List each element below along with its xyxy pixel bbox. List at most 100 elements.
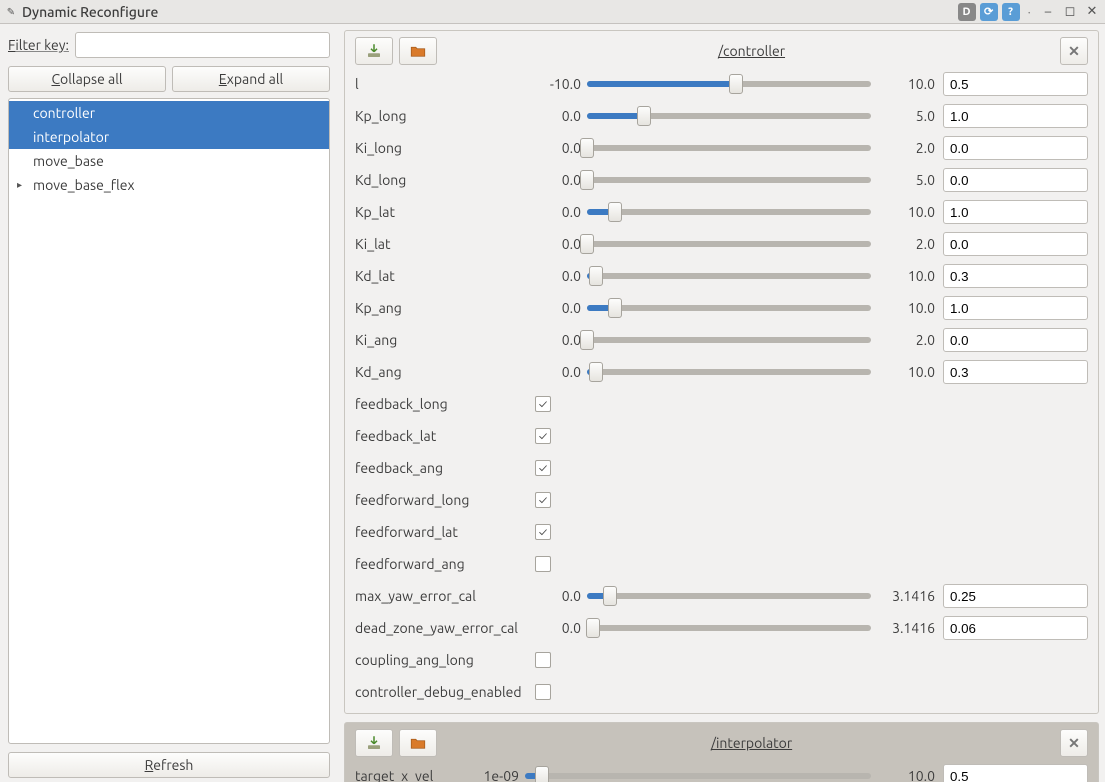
collapse-all-button[interactable]: Collapse all [8, 66, 166, 92]
slider-thumb[interactable] [535, 766, 549, 782]
param-slider[interactable] [525, 773, 871, 779]
main-panel-area: /controller✕l-10.010.0Kp_long0.05.0Ki_lo… [338, 24, 1105, 782]
param-slider[interactable] [587, 209, 871, 215]
tree-item-controller[interactable]: controller [9, 101, 329, 125]
param-slider[interactable] [587, 241, 871, 247]
close-panel-button[interactable]: ✕ [1060, 729, 1088, 757]
param-name: coupling_ang_long [355, 652, 535, 668]
maximize-button[interactable]: ◻ [1061, 3, 1079, 21]
param-checkbox[interactable] [535, 556, 551, 572]
param-max: 10.0 [879, 300, 935, 316]
slider-thumb[interactable] [608, 298, 622, 318]
param-checkbox[interactable]: ✓ [535, 492, 551, 508]
param-row: Ki_ang0.02.0 [355, 327, 1088, 353]
param-row: Kd_lat0.0 10.0 [355, 263, 1088, 289]
save-config-button[interactable] [355, 729, 393, 757]
config-panel: /interpolator✕target_x_vel1e-0910.0targe… [344, 722, 1099, 782]
slider-thumb[interactable] [580, 234, 594, 254]
param-min: -10.0 [535, 76, 581, 92]
param-row: feedback_ang✓ [355, 455, 1088, 481]
param-value-input[interactable] [943, 584, 1088, 608]
param-max: 3.1416 [879, 588, 935, 604]
param-slider[interactable] [587, 593, 871, 599]
param-row: Kp_ang0.010.0 [355, 295, 1088, 321]
param-value-input[interactable] [943, 168, 1088, 192]
param-value-input[interactable] [943, 200, 1088, 224]
param-name: dead_zone_yaw_error_cal [355, 620, 535, 636]
tree-item-move_base[interactable]: move_base [9, 149, 329, 173]
param-slider[interactable] [587, 337, 871, 343]
param-checkbox[interactable]: ✓ [535, 524, 551, 540]
param-slider[interactable] [587, 145, 871, 151]
param-row: feedforward_lat✓ [355, 519, 1088, 545]
param-value-input[interactable] [943, 360, 1088, 384]
save-config-button[interactable] [355, 37, 393, 65]
param-min: 0.0 [535, 172, 581, 188]
tray-help-icon[interactable]: ? [1002, 3, 1020, 21]
param-row: feedback_lat✓ [355, 423, 1088, 449]
param-checkbox[interactable]: ✓ [535, 428, 551, 444]
param-value-input[interactable] [943, 616, 1088, 640]
param-min: 0.0 [535, 620, 581, 636]
param-name: Kd_lat [355, 268, 535, 284]
system-tray: D ⟳ ? · – ◻ ✕ [958, 3, 1101, 21]
param-value-input[interactable] [943, 296, 1088, 320]
slider-thumb[interactable] [729, 74, 743, 94]
expand-all-button[interactable]: Expand all [172, 66, 330, 92]
param-checkbox[interactable] [535, 684, 551, 700]
close-window-button[interactable]: ✕ [1083, 3, 1101, 21]
param-value-input[interactable] [943, 232, 1088, 256]
slider-thumb[interactable] [589, 362, 603, 382]
param-name: l [355, 76, 535, 92]
param-slider[interactable] [587, 369, 871, 375]
filter-input[interactable] [75, 32, 330, 58]
close-panel-button[interactable]: ✕ [1060, 37, 1088, 65]
param-checkbox[interactable]: ✓ [535, 396, 551, 412]
slider-thumb[interactable] [580, 330, 594, 350]
param-slider[interactable] [587, 273, 871, 279]
open-config-button[interactable] [399, 37, 437, 65]
param-row: coupling_ang_long [355, 647, 1088, 673]
param-value-input[interactable] [943, 104, 1088, 128]
panel-title: /interpolator [443, 735, 1060, 751]
slider-thumb[interactable] [637, 106, 651, 126]
param-checkbox[interactable]: ✓ [535, 460, 551, 476]
param-value-input[interactable] [943, 136, 1088, 160]
minimize-button[interactable]: – [1039, 3, 1057, 21]
config-panel: /controller✕l-10.010.0Kp_long0.05.0Ki_lo… [344, 30, 1099, 714]
param-slider[interactable] [587, 113, 871, 119]
param-max: 10.0 [879, 268, 935, 284]
param-value-input[interactable] [943, 328, 1088, 352]
tree-item-interpolator[interactable]: interpolator [9, 125, 329, 149]
open-config-button[interactable] [399, 729, 437, 757]
param-max: 5.0 [879, 172, 935, 188]
param-max: 10.0 [879, 768, 935, 782]
slider-thumb[interactable] [608, 202, 622, 222]
param-checkbox[interactable] [535, 652, 551, 668]
slider-thumb[interactable] [586, 618, 600, 638]
param-value-input[interactable] [943, 264, 1088, 288]
slider-thumb[interactable] [603, 586, 617, 606]
refresh-button[interactable]: Refresh [8, 752, 330, 778]
slider-thumb[interactable] [589, 266, 603, 286]
node-tree[interactable]: controllerinterpolatormove_basemove_base… [8, 98, 330, 744]
param-value-input[interactable] [943, 72, 1088, 96]
param-min: 0.0 [535, 268, 581, 284]
param-min: 0.0 [535, 204, 581, 220]
param-row: controller_debug_enabled [355, 679, 1088, 705]
param-row: target_x_vel1e-0910.0 [355, 763, 1088, 782]
param-value-input[interactable] [943, 764, 1088, 782]
param-slider[interactable] [587, 625, 871, 631]
param-slider[interactable] [587, 305, 871, 311]
titlebar: ✎ Dynamic Reconfigure D ⟳ ? · – ◻ ✕ [0, 0, 1105, 24]
param-row: Ki_lat0.02.0 [355, 231, 1088, 257]
param-name: controller_debug_enabled [355, 684, 535, 700]
slider-thumb[interactable] [580, 170, 594, 190]
slider-thumb[interactable] [580, 138, 594, 158]
param-row: Kd_ang0.010.0 [355, 359, 1088, 385]
param-slider[interactable] [587, 177, 871, 183]
param-slider[interactable] [587, 81, 871, 87]
tree-item-move_base_flex[interactable]: move_base_flex [9, 173, 329, 197]
param-min: 1e-09 [467, 768, 519, 782]
param-name: max_yaw_error_cal [355, 588, 535, 604]
